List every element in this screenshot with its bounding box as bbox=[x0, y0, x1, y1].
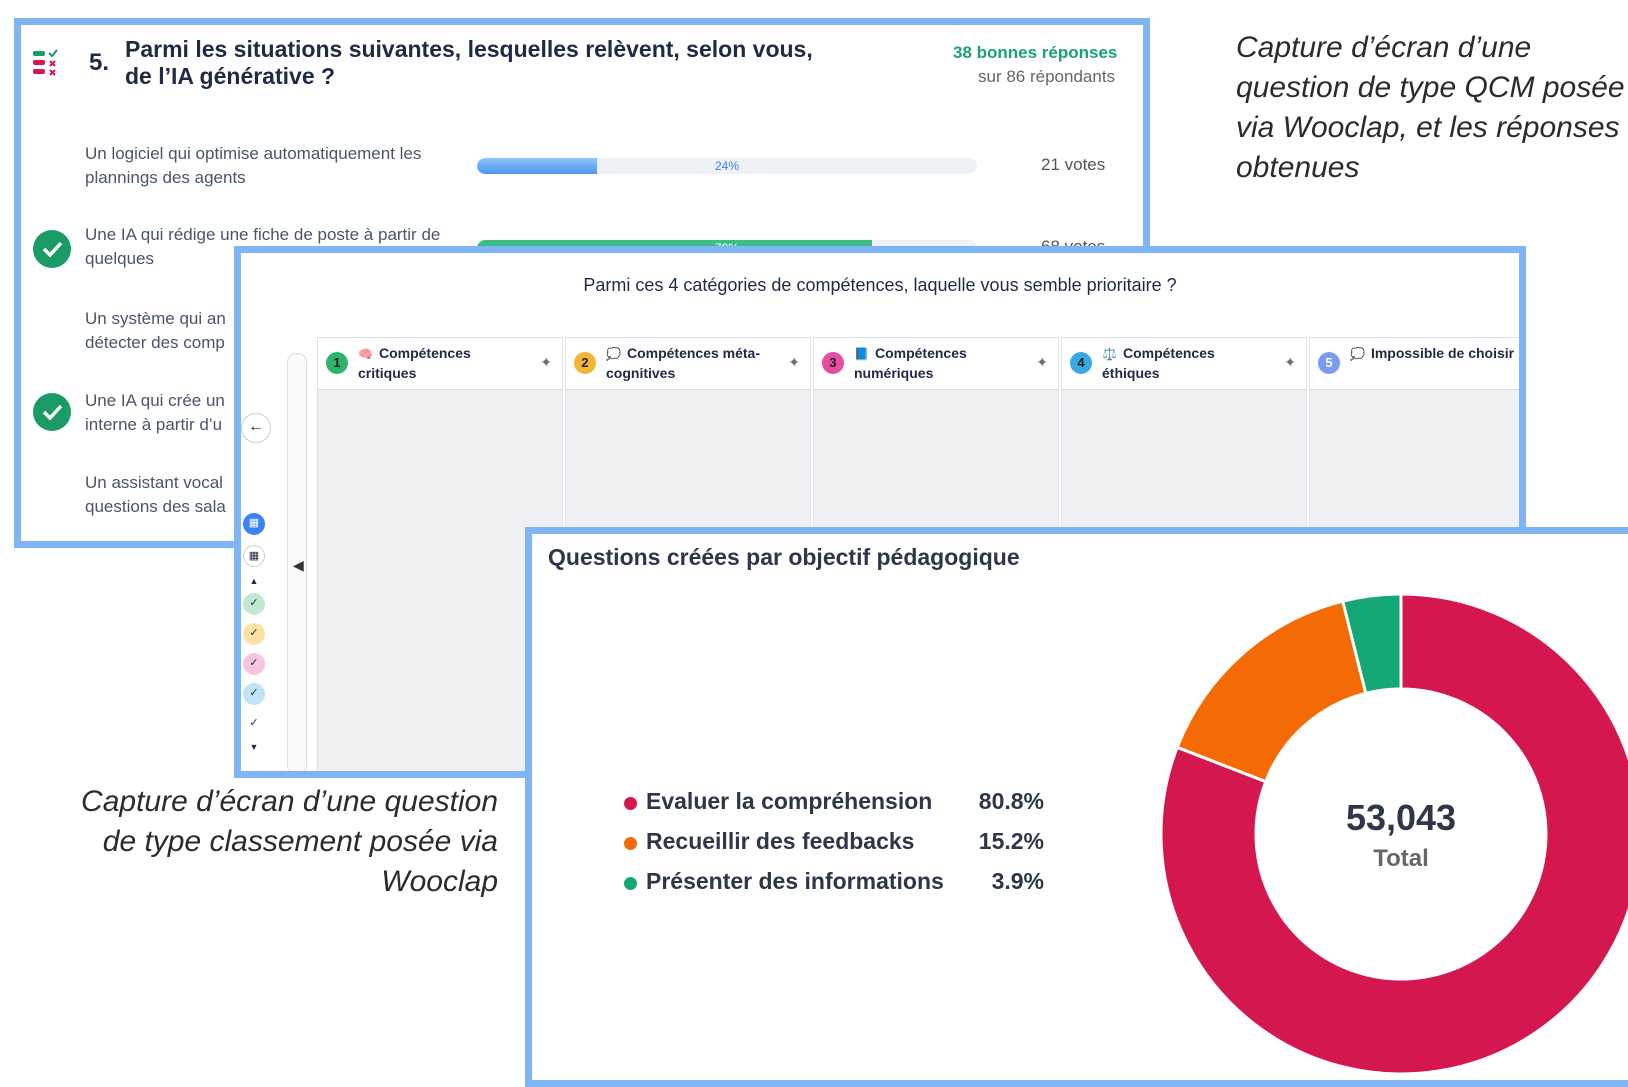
column-label: ⚖️ Compétences éthiques bbox=[1102, 345, 1215, 381]
status-check-icon[interactable]: ✓ bbox=[243, 653, 265, 675]
option-1-bar: 24% bbox=[477, 158, 977, 174]
legend-label: Evaluer la compréhension bbox=[646, 788, 933, 814]
status-check-icon[interactable]: ✓ bbox=[243, 713, 265, 735]
scroll-down-icon[interactable]: ▼ bbox=[243, 737, 265, 759]
status-check-icon[interactable]: ✓ bbox=[243, 593, 265, 615]
column-header: 2 💭 Compétences méta-cognitives ✦ bbox=[566, 338, 810, 390]
legend-dot bbox=[624, 797, 637, 810]
thought-bubble-icon: 💭 bbox=[1350, 347, 1365, 361]
status-check-icon[interactable]: ✓ bbox=[243, 683, 265, 705]
collapse-caret-icon[interactable]: ◀ bbox=[293, 557, 304, 574]
donut-center-value: 53,043 bbox=[1346, 797, 1456, 838]
column-header: 3 📘 Compétences numériques ✦ bbox=[814, 338, 1058, 390]
column-number-badge: 5 bbox=[1318, 352, 1340, 374]
column-header: 4 ⚖️ Compétences éthiques ✦ bbox=[1062, 338, 1306, 390]
question-list-icon bbox=[33, 49, 58, 76]
legend-dot bbox=[624, 837, 637, 850]
scroll-up-icon[interactable]: ▲ bbox=[243, 571, 265, 593]
column-label: 🧠 Compétences critiques bbox=[358, 345, 471, 381]
question-title: Parmi les situations suivantes, lesquell… bbox=[125, 36, 813, 89]
donut-center-label: Total bbox=[1373, 845, 1429, 872]
column-number-badge: 4 bbox=[1070, 352, 1092, 374]
board-view-icon[interactable]: ▦ bbox=[243, 513, 265, 535]
option-1-votes: 21 votes bbox=[1041, 155, 1106, 174]
correct-check-icon bbox=[33, 230, 71, 268]
objectives-chart-card: 53,043 Total Questions créées par object… bbox=[525, 527, 1628, 1087]
legend-label: Recueillir des feedbacks bbox=[646, 828, 915, 854]
option-1-percent: 24% bbox=[714, 159, 740, 173]
sparkle-icon[interactable]: ✦ bbox=[1284, 354, 1296, 371]
correct-check-icon bbox=[33, 393, 71, 431]
thought-bubble-icon: 💭 bbox=[606, 347, 621, 361]
status-check-icon[interactable]: ✓ bbox=[243, 623, 265, 645]
column-number-badge: 2 bbox=[574, 352, 596, 374]
caption-qcm: Capture d’écran d’une question de type Q… bbox=[1236, 31, 1625, 184]
column-label: 💭 Impossible de choisir bbox=[1350, 345, 1515, 361]
respondents-count: sur 86 répondants bbox=[978, 67, 1116, 86]
question-number: 5. bbox=[89, 49, 110, 76]
brain-icon: 🧠 bbox=[358, 347, 373, 361]
good-answers-count: 38 bonnes réponses bbox=[953, 43, 1118, 62]
column-label: 💭 Compétences méta-cognitives bbox=[606, 345, 760, 381]
caption-classement: Capture d’écran d’une question de type c… bbox=[81, 785, 498, 898]
chart-title: Questions créées par objectif pédagogiqu… bbox=[548, 544, 1020, 570]
donut-slice-2[interactable] bbox=[1175, 599, 1368, 784]
column-header: 1 🧠 Compétences critiques ✦ bbox=[318, 338, 562, 390]
sparkle-icon[interactable]: ✦ bbox=[788, 354, 800, 371]
legend-value: 3.9% bbox=[991, 868, 1044, 894]
column-label: 📘 Compétences numériques bbox=[854, 345, 967, 381]
legend-item: Evaluer la compréhension 80.8% bbox=[624, 784, 1044, 824]
legend-label: Présenter des informations bbox=[646, 868, 944, 894]
legend-value: 15.2% bbox=[978, 828, 1044, 854]
legend-value: 80.8% bbox=[978, 788, 1044, 814]
option-1-label: Un logiciel qui optimise automatiquement… bbox=[85, 144, 422, 187]
legend-item: Recueillir des feedbacks 15.2% bbox=[624, 824, 1044, 864]
classement-title: Parmi ces 4 catégories de compétences, l… bbox=[583, 275, 1177, 295]
scales-icon: ⚖️ bbox=[1102, 347, 1117, 361]
sparkle-icon[interactable]: ✦ bbox=[1036, 354, 1048, 371]
chart-legend: Evaluer la compréhension 80.8% Recueilli… bbox=[624, 784, 1044, 904]
back-arrow-icon[interactable]: ← bbox=[241, 413, 271, 443]
column-number-badge: 3 bbox=[822, 352, 844, 374]
table-view-icon[interactable]: ▦ bbox=[243, 545, 265, 567]
sparkle-icon[interactable]: ✦ bbox=[540, 354, 552, 371]
book-icon: 📘 bbox=[854, 347, 869, 361]
column-header: 5 💭 Impossible de choisir bbox=[1310, 338, 1519, 390]
column-number-badge: 1 bbox=[326, 352, 348, 374]
legend-dot bbox=[624, 877, 637, 890]
legend-item: Présenter des informations 3.9% bbox=[624, 864, 1044, 904]
